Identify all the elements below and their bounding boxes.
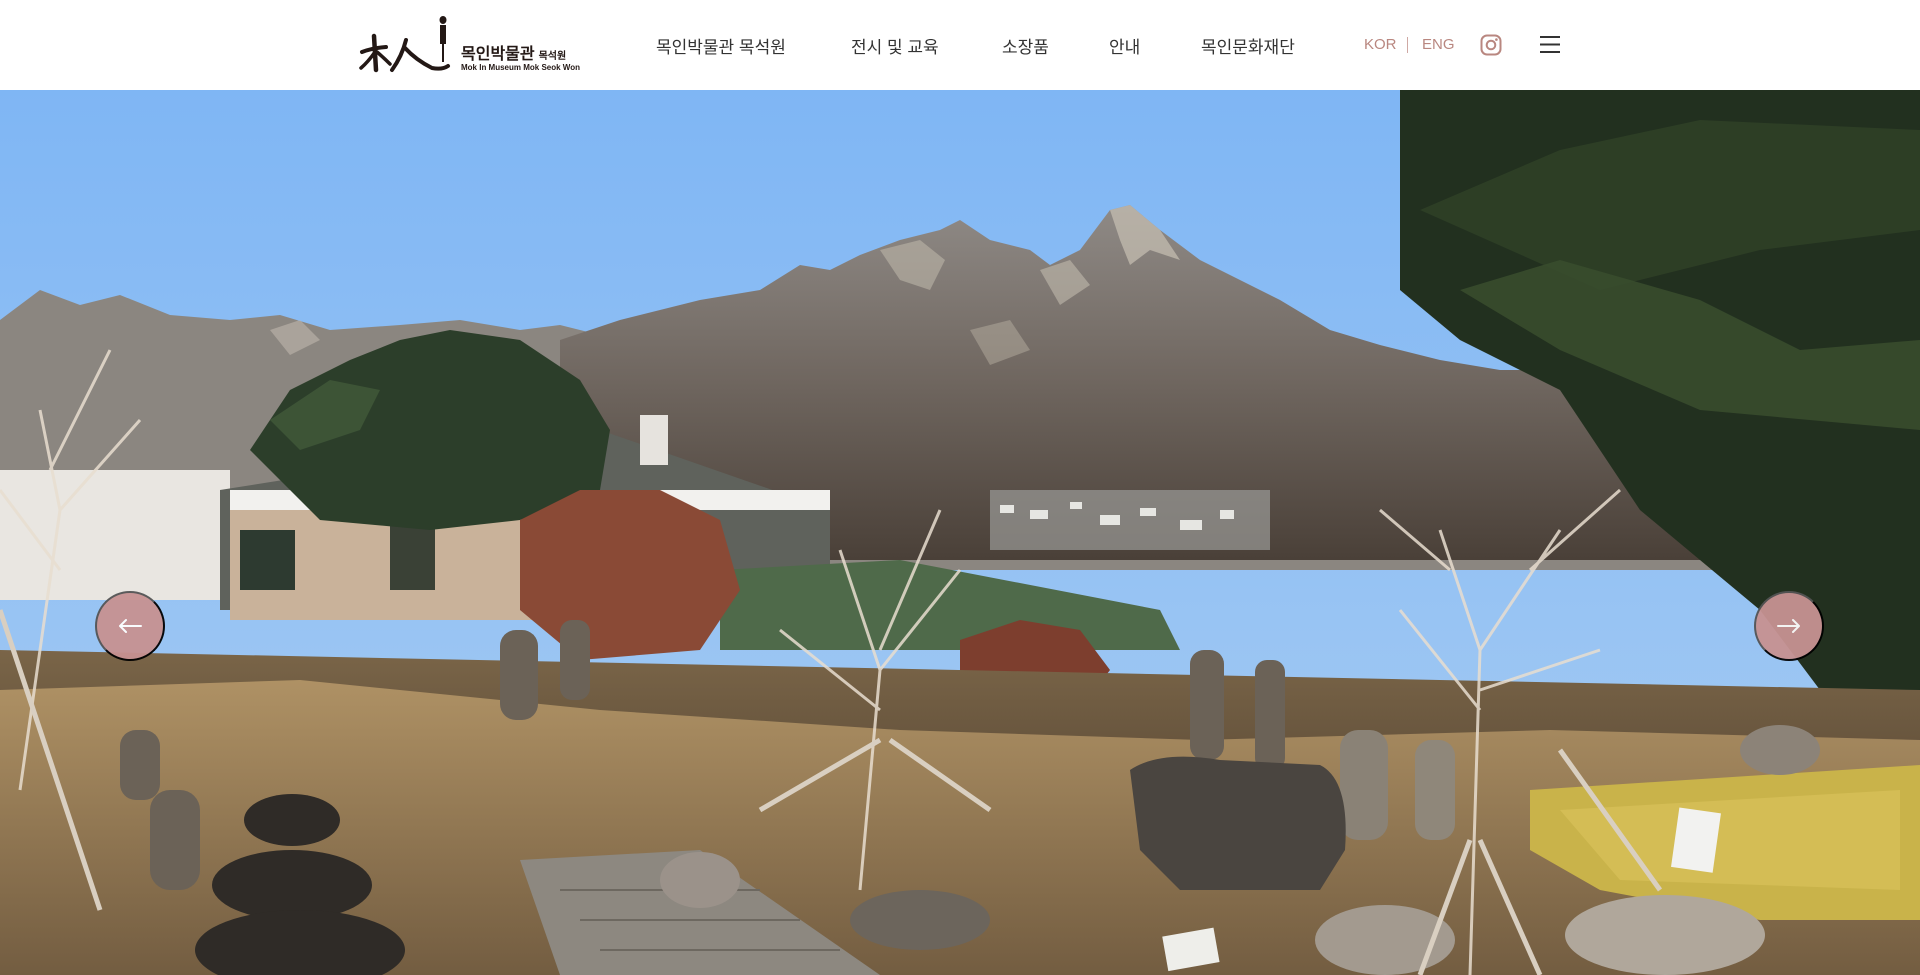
- hamburger-menu-icon[interactable]: [1540, 35, 1560, 54]
- instagram-icon[interactable]: [1480, 34, 1502, 56]
- logo-title-en: Mok In Museum Mok Seok Won: [461, 63, 580, 72]
- nav-item-guide[interactable]: 안내: [1109, 33, 1140, 58]
- site-header: 목인박물관 목석원 Mok In Museum Mok Seok Won 목인박물…: [0, 0, 1920, 90]
- nav-item-collection[interactable]: 소장품: [1002, 33, 1049, 58]
- slide-prev-button[interactable]: [95, 591, 165, 661]
- nav-item-foundation[interactable]: 목인문화재단: [1201, 33, 1295, 58]
- logo-title-ko: 목인박물관 목석원: [461, 46, 567, 63]
- nav-item-museum[interactable]: 목인박물관 목석원: [656, 33, 786, 58]
- site-logo[interactable]: 목인박물관 목석원 Mok In Museum Mok Seok Won: [358, 14, 584, 76]
- lang-eng-link[interactable]: ENG: [1422, 36, 1455, 53]
- lang-kor-link[interactable]: KOR: [1364, 36, 1397, 53]
- slide-next-button[interactable]: [1754, 591, 1824, 661]
- hero-slide-image: [0, 90, 1920, 975]
- arrow-left-icon: [119, 619, 142, 633]
- hero-slider: [0, 90, 1920, 975]
- lang-divider: [1407, 37, 1408, 53]
- logo-mark-icon: [359, 16, 450, 73]
- arrow-right-icon: [1777, 619, 1800, 633]
- nav-item-exhibition-education[interactable]: 전시 및 교육: [851, 33, 939, 58]
